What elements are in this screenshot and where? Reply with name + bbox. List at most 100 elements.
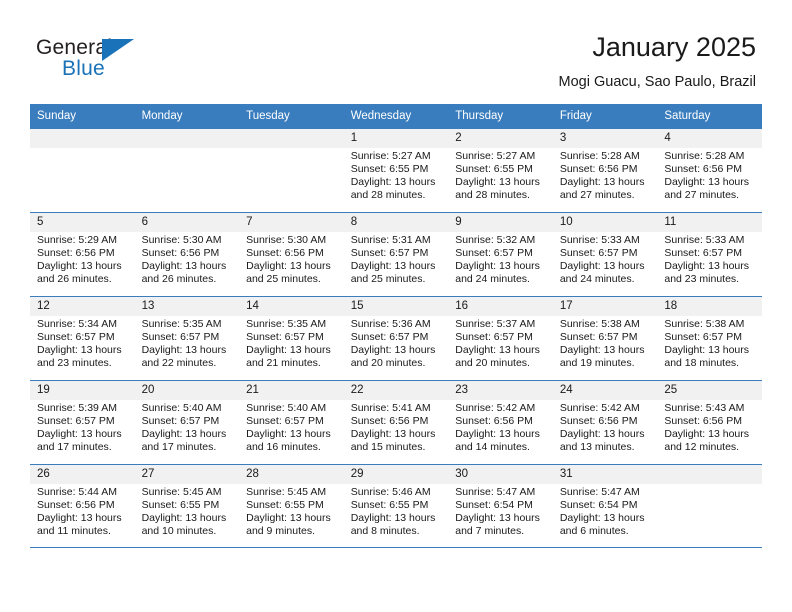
- calendar-day-cell[interactable]: 3 Sunrise: 5:28 AM Sunset: 6:56 PM Daylight…: [552, 128, 658, 212]
- sunrise-text: Sunrise: 5:28 AM: [664, 150, 745, 162]
- daylight-text: Daylight: 13 hours: [455, 176, 540, 189]
- daylight-text: and 25 minutes.: [350, 273, 426, 286]
- sunset-text: Sunset: 6:56 PM: [246, 247, 324, 260]
- weekday-header-sunday: Sunday: [30, 104, 135, 128]
- day-cell-inner: 30 Sunrise: 5:47 AM Sunset: 6:54 PM Dayligh…: [448, 464, 553, 548]
- calendar-day-cell[interactable]: 14 Sunrise: 5:35 AM Sunset: 6:57 PM Dayligh…: [239, 296, 344, 380]
- daylight-text: Daylight: 13 hours: [141, 428, 227, 441]
- daylight-text: Daylight: 13 hours: [455, 344, 540, 357]
- daylight-text: and 18 minutes.: [664, 357, 740, 370]
- calendar-day-cell[interactable]: 26 Sunrise: 5:44 AM Sunset: 6:56 PM Dayligh…: [30, 464, 135, 548]
- day-sun-info: Sunrise: 5:39 AM Sunset: 6:57 PM Daylight:…: [30, 400, 135, 454]
- logo-text-blue: Blue: [62, 57, 105, 80]
- calendar-day-cell[interactable]: 11 Sunrise: 5:33 AM Sunset: 6:57 PM Dayligh…: [657, 212, 762, 296]
- day-sun-info: Sunrise: 5:40 AM Sunset: 6:57 PM Daylight:…: [135, 400, 240, 454]
- daylight-text: and 8 minutes.: [350, 525, 420, 538]
- calendar-day-cell[interactable]: 21 Sunrise: 5:40 AM Sunset: 6:57 PM Dayligh…: [239, 380, 344, 464]
- calendar-day-cell[interactable]: 9 Sunrise: 5:32 AM Sunset: 6:57 PM Daylight…: [448, 212, 553, 296]
- daylight-text: Daylight: 13 hours: [350, 344, 436, 357]
- daylight-text: Daylight: 13 hours: [664, 344, 750, 357]
- sunset-text: Sunset: 6:57 PM: [141, 331, 220, 344]
- day-sun-info: Sunrise: 5:33 AM Sunset: 6:57 PM Daylight:…: [657, 232, 762, 286]
- weekday-header-friday: Friday: [552, 104, 658, 128]
- day-cell-inner: 2 Sunrise: 5:27 AM Sunset: 6:55 PM Daylight…: [448, 128, 553, 212]
- calendar-day-cell[interactable]: 4 Sunrise: 5:28 AM Sunset: 6:56 PM Daylight…: [657, 128, 762, 212]
- day-cell-inner: 8 Sunrise: 5:31 AM Sunset: 6:57 PM Daylight…: [343, 212, 449, 296]
- calendar-day-cell[interactable]: 1 Sunrise: 5:27 AM Sunset: 6:55 PM Daylight…: [343, 128, 449, 212]
- calendar-day-cell[interactable]: 18 Sunrise: 5:38 AM Sunset: 6:57 PM Dayligh…: [657, 296, 762, 380]
- calendar-day-cell[interactable]: 20 Sunrise: 5:40 AM Sunset: 6:57 PM Dayligh…: [134, 380, 240, 464]
- calendar-day-cell[interactable]: 31 Sunrise: 5:47 AM Sunset: 6:54 PM Dayligh…: [552, 464, 658, 548]
- sunset-text: Sunset: 6:54 PM: [455, 499, 533, 512]
- calendar-day-cell[interactable]: [239, 128, 344, 212]
- daylight-text: Daylight: 13 hours: [559, 512, 645, 525]
- calendar-day-cell[interactable]: 19 Sunrise: 5:39 AM Sunset: 6:57 PM Dayligh…: [30, 380, 135, 464]
- sunset-text: Sunset: 6:56 PM: [455, 415, 533, 428]
- calendar-day-cell[interactable]: 30 Sunrise: 5:47 AM Sunset: 6:54 PM Dayligh…: [448, 464, 553, 548]
- sunset-text: Sunset: 6:57 PM: [246, 415, 324, 428]
- sunset-text: Sunset: 6:56 PM: [141, 247, 220, 260]
- day-cell-inner: 16 Sunrise: 5:37 AM Sunset: 6:57 PM Dayligh…: [448, 296, 553, 380]
- daylight-text: and 28 minutes.: [455, 189, 530, 202]
- daylight-text: Daylight: 13 hours: [350, 428, 436, 441]
- calendar-day-cell[interactable]: 6 Sunrise: 5:30 AM Sunset: 6:56 PM Daylight…: [134, 212, 240, 296]
- daylight-text: and 17 minutes.: [37, 441, 112, 454]
- day-number: 10: [552, 213, 658, 232]
- calendar-day-cell[interactable]: [134, 128, 240, 212]
- calendar-day-cell[interactable]: 16 Sunrise: 5:37 AM Sunset: 6:57 PM Dayligh…: [448, 296, 553, 380]
- calendar-day-cell[interactable]: 7 Sunrise: 5:30 AM Sunset: 6:56 PM Daylight…: [239, 212, 344, 296]
- calendar-day-cell[interactable]: 23 Sunrise: 5:42 AM Sunset: 6:56 PM Dayligh…: [448, 380, 553, 464]
- daylight-text: and 27 minutes.: [664, 189, 740, 202]
- calendar-week-row: 26 Sunrise: 5:44 AM Sunset: 6:56 PM Dayligh…: [30, 464, 762, 548]
- calendar-day-cell[interactable]: 5 Sunrise: 5:29 AM Sunset: 6:56 PM Daylight…: [30, 212, 135, 296]
- calendar-day-cell[interactable]: 27 Sunrise: 5:45 AM Sunset: 6:55 PM Dayligh…: [134, 464, 240, 548]
- calendar-day-cell[interactable]: [30, 128, 135, 212]
- sunrise-text: Sunrise: 5:30 AM: [141, 234, 222, 246]
- daylight-text: and 23 minutes.: [664, 273, 740, 286]
- calendar-day-cell[interactable]: 25 Sunrise: 5:43 AM Sunset: 6:56 PM Dayligh…: [657, 380, 762, 464]
- daylight-text: Daylight: 13 hours: [37, 260, 122, 273]
- daylight-text: and 13 minutes.: [559, 441, 635, 454]
- calendar-day-cell[interactable]: 8 Sunrise: 5:31 AM Sunset: 6:57 PM Daylight…: [343, 212, 449, 296]
- daylight-text: and 10 minutes.: [141, 525, 217, 538]
- day-cell-inner: [239, 128, 344, 212]
- day-sun-info: Sunrise: 5:28 AM Sunset: 6:56 PM Daylight:…: [657, 148, 762, 202]
- sunrise-text: Sunrise: 5:41 AM: [350, 402, 431, 414]
- day-cell-inner: [657, 464, 762, 548]
- day-cell-inner: 14 Sunrise: 5:35 AM Sunset: 6:57 PM Dayligh…: [239, 296, 344, 380]
- calendar-day-cell[interactable]: 28 Sunrise: 5:45 AM Sunset: 6:55 PM Dayligh…: [239, 464, 344, 548]
- sunrise-text: Sunrise: 5:33 AM: [559, 234, 640, 246]
- calendar-day-cell[interactable]: 10 Sunrise: 5:33 AM Sunset: 6:57 PM Dayligh…: [552, 212, 658, 296]
- day-cell-inner: 1 Sunrise: 5:27 AM Sunset: 6:55 PM Daylight…: [343, 128, 449, 212]
- day-number: 8: [343, 213, 449, 232]
- calendar-day-cell[interactable]: [657, 464, 762, 548]
- calendar-day-cell[interactable]: 15 Sunrise: 5:36 AM Sunset: 6:57 PM Dayligh…: [343, 296, 449, 380]
- day-number: 3: [552, 129, 658, 148]
- general-blue-logo[interactable]: General Blue: [36, 36, 166, 84]
- day-cell-inner: 23 Sunrise: 5:42 AM Sunset: 6:56 PM Dayligh…: [448, 380, 553, 464]
- day-cell-inner: 9 Sunrise: 5:32 AM Sunset: 6:57 PM Daylight…: [448, 212, 553, 296]
- daylight-text: Daylight: 13 hours: [559, 344, 645, 357]
- calendar-day-cell[interactable]: 24 Sunrise: 5:42 AM Sunset: 6:56 PM Dayligh…: [552, 380, 658, 464]
- sunrise-text: Sunrise: 5:47 AM: [559, 486, 640, 498]
- daylight-text: Daylight: 13 hours: [455, 260, 540, 273]
- daylight-text: Daylight: 13 hours: [664, 176, 750, 189]
- sunrise-text: Sunrise: 5:27 AM: [455, 150, 536, 162]
- calendar-day-cell[interactable]: 2 Sunrise: 5:27 AM Sunset: 6:55 PM Daylight…: [448, 128, 553, 212]
- day-sun-info: Sunrise: 5:43 AM Sunset: 6:56 PM Daylight:…: [657, 400, 762, 454]
- calendar-day-cell[interactable]: 13 Sunrise: 5:35 AM Sunset: 6:57 PM Dayligh…: [134, 296, 240, 380]
- calendar-day-cell[interactable]: 17 Sunrise: 5:38 AM Sunset: 6:57 PM Dayligh…: [552, 296, 658, 380]
- day-number: 17: [552, 297, 658, 316]
- calendar-day-cell[interactable]: 12 Sunrise: 5:34 AM Sunset: 6:57 PM Dayligh…: [30, 296, 135, 380]
- page-title: January 2025: [592, 32, 756, 62]
- day-number: [657, 465, 762, 484]
- day-cell-inner: [134, 128, 240, 212]
- sunset-text: Sunset: 6:57 PM: [246, 331, 324, 344]
- calendar-day-cell[interactable]: 22 Sunrise: 5:41 AM Sunset: 6:56 PM Dayligh…: [343, 380, 449, 464]
- day-sun-info: Sunrise: 5:42 AM Sunset: 6:56 PM Daylight:…: [448, 400, 553, 454]
- sunset-text: Sunset: 6:55 PM: [246, 499, 324, 512]
- sunset-text: Sunset: 6:56 PM: [37, 247, 115, 260]
- sunset-text: Sunset: 6:54 PM: [559, 499, 638, 512]
- calendar-day-cell[interactable]: 29 Sunrise: 5:46 AM Sunset: 6:55 PM Dayligh…: [343, 464, 449, 548]
- sunrise-text: Sunrise: 5:35 AM: [246, 318, 327, 330]
